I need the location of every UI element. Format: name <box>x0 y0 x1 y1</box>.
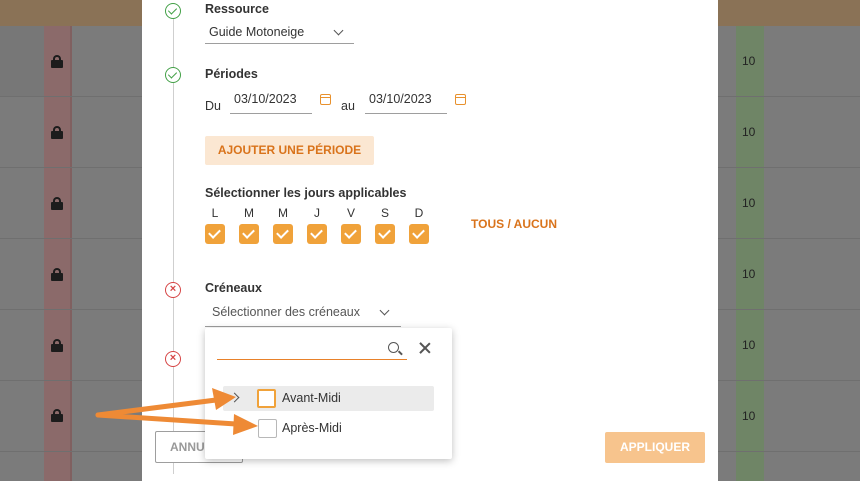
calendar-icon[interactable] <box>455 94 466 105</box>
creneaux-search-input[interactable] <box>217 336 407 360</box>
stepper-line <box>173 14 174 474</box>
from-date-underline <box>230 113 312 114</box>
count-cell: 10 <box>742 54 756 68</box>
day-label-saturday: S <box>380 206 389 220</box>
to-label: au <box>341 99 355 113</box>
close-icon[interactable] <box>419 342 431 354</box>
search-icon[interactable] <box>388 342 399 353</box>
to-date-underline <box>365 113 447 114</box>
count-cell: 10 <box>742 267 756 281</box>
periodes-label: Périodes <box>205 67 258 81</box>
day-label-sunday: D <box>414 206 424 220</box>
add-period-button[interactable]: AJOUTER UNE PÉRIODE <box>205 136 374 165</box>
day-label-monday: L <box>211 206 219 220</box>
from-label: Du <box>205 99 221 113</box>
check-circle-icon <box>165 67 181 83</box>
creneaux-placeholder: Sélectionner des créneaux <box>212 305 361 319</box>
lock-icon <box>51 339 63 352</box>
lock-icon <box>51 197 63 210</box>
day-checkbox-sunday[interactable] <box>409 224 429 244</box>
day-checkbox-saturday[interactable] <box>375 224 395 244</box>
from-date-value: 03/10/2023 <box>234 92 297 106</box>
to-date-value: 03/10/2023 <box>369 92 432 106</box>
day-checkbox-friday[interactable] <box>341 224 361 244</box>
day-label-friday: V <box>346 206 355 220</box>
count-cell: 10 <box>742 409 756 423</box>
day-label-tuesday: M <box>244 206 254 220</box>
day-checkbox-tuesday[interactable] <box>239 224 259 244</box>
creneaux-dropdown: Avant-Midi Après-Midi <box>205 328 452 459</box>
chevron-down-icon <box>333 25 344 36</box>
chevron-right-icon[interactable] <box>229 392 240 403</box>
apply-button[interactable]: APPLIQUER <box>605 432 705 463</box>
ressource-value: Guide Motoneige <box>209 25 305 39</box>
day-checkbox-monday[interactable] <box>205 224 225 244</box>
ressource-label: Ressource <box>205 2 269 16</box>
day-label-thursday: J <box>314 206 320 220</box>
option-label-avant-midi: Avant-Midi <box>282 391 341 405</box>
day-checkbox-thursday[interactable] <box>307 224 327 244</box>
creneaux-underline <box>205 326 401 327</box>
lock-icon <box>51 55 63 68</box>
option-checkbox-apres-midi[interactable] <box>258 419 277 438</box>
ressource-underline <box>205 43 354 44</box>
option-label-apres-midi: Après-Midi <box>282 421 342 435</box>
chevron-down-icon <box>379 305 390 316</box>
creneaux-label: Créneaux <box>205 281 262 295</box>
error-circle-icon: × <box>165 351 181 367</box>
day-label-wednesday: M <box>278 206 288 220</box>
calendar-icon[interactable] <box>320 94 331 105</box>
option-avant-midi[interactable]: Avant-Midi <box>223 386 434 411</box>
check-circle-icon <box>165 3 181 19</box>
lock-icon <box>51 268 63 281</box>
count-cell: 10 <box>742 196 756 210</box>
error-circle-icon: × <box>165 282 181 298</box>
lock-icon <box>51 126 63 139</box>
lock-icon <box>51 409 63 422</box>
days-label: Sélectionner les jours applicables <box>205 186 407 200</box>
count-cell: 10 <box>742 125 756 139</box>
background-column-divider <box>70 26 72 481</box>
day-checkbox-wednesday[interactable] <box>273 224 293 244</box>
count-cell: 10 <box>742 338 756 352</box>
option-checkbox-avant-midi[interactable] <box>257 389 276 408</box>
select-all-days-button[interactable]: TOUS / AUCUN <box>471 217 557 231</box>
background-left-cell <box>0 26 44 96</box>
